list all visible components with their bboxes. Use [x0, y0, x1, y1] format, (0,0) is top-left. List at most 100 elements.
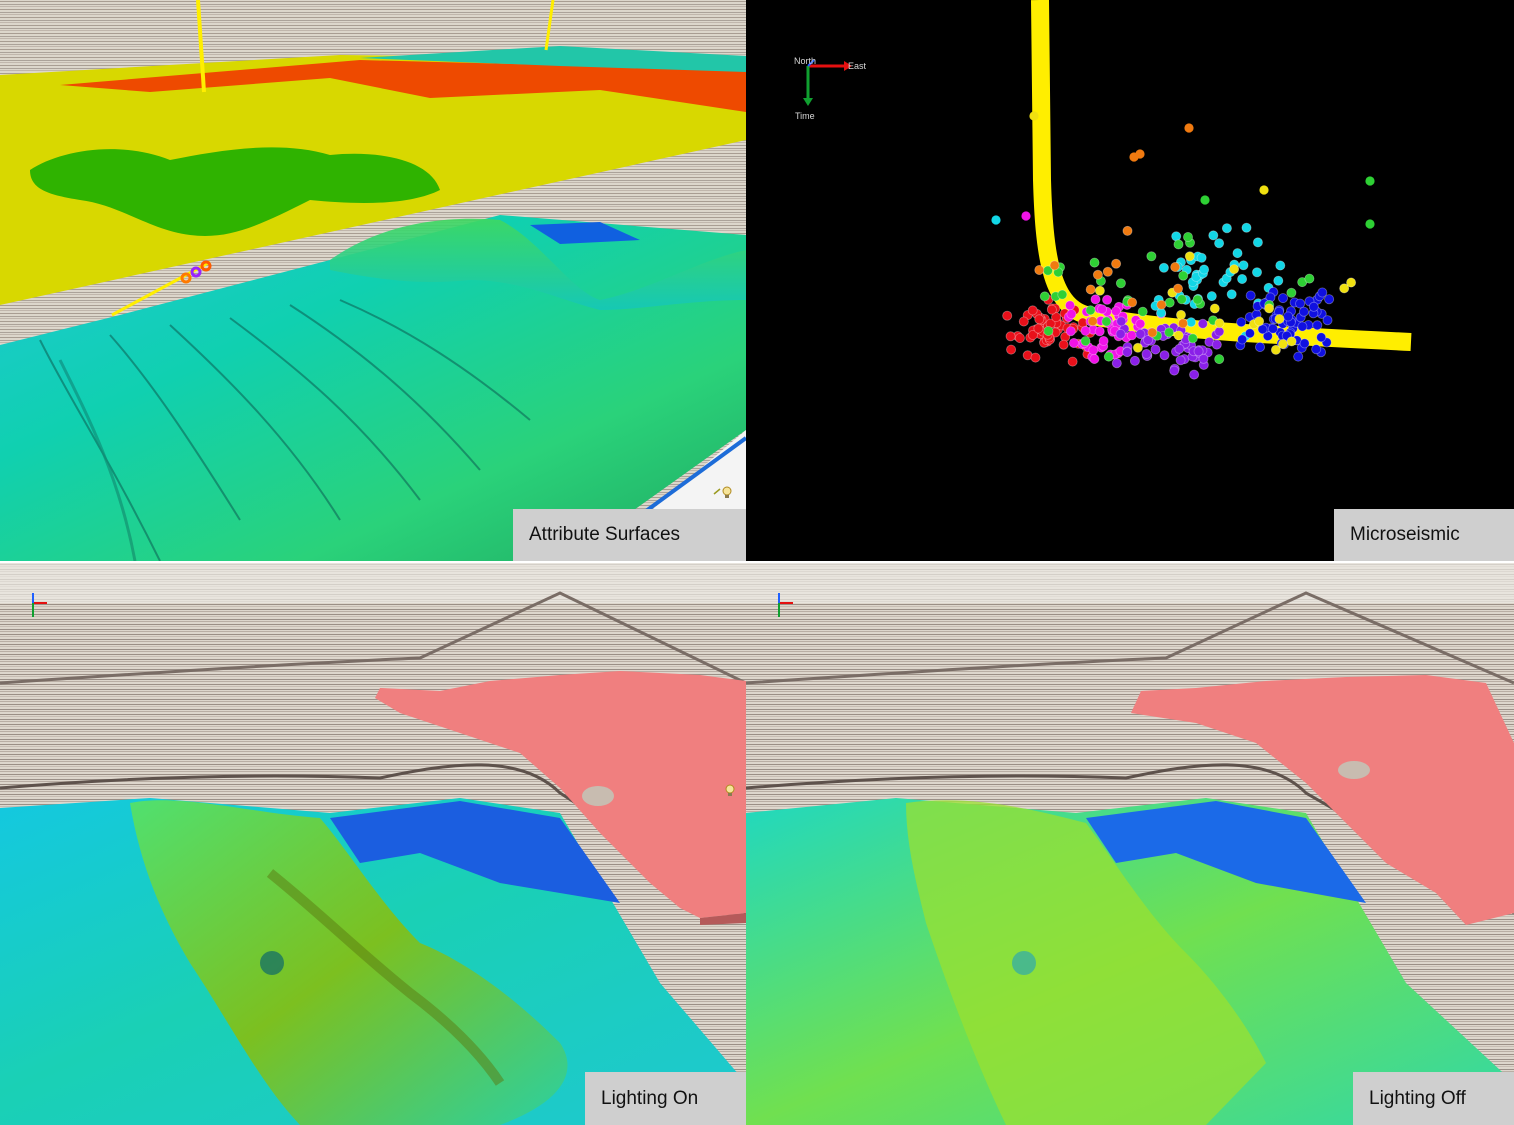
event-point: [1182, 231, 1193, 242]
event-point: [1264, 303, 1275, 314]
event-point: [1126, 330, 1137, 341]
event-point: [1085, 305, 1096, 316]
event-point: [1297, 321, 1308, 332]
event-point: [1229, 264, 1240, 275]
event-point: [991, 215, 1001, 225]
event-point: [1156, 299, 1167, 310]
event-point: [1199, 264, 1210, 275]
event-point: [1226, 289, 1237, 300]
event-point: [1173, 330, 1184, 341]
event-point: [1221, 223, 1232, 234]
event-point: [1102, 266, 1113, 277]
event-point: [1175, 309, 1186, 320]
event-point: [1293, 351, 1304, 362]
event-point: [1005, 331, 1016, 342]
event-point: [1146, 251, 1157, 262]
event-point: [1087, 316, 1098, 327]
event-point: [1286, 336, 1297, 347]
event-point: [1135, 328, 1146, 339]
event-point: [1346, 277, 1357, 288]
event-point: [1127, 297, 1138, 308]
event-point: [1122, 347, 1133, 358]
event-point: [1237, 273, 1248, 284]
event-point: [1176, 294, 1187, 305]
event-point: [1067, 356, 1078, 367]
microseismic-scene[interactable]: North East Time: [746, 0, 1514, 561]
event-point: [1085, 284, 1096, 295]
event-point: [1092, 269, 1103, 280]
event-point: [1254, 316, 1265, 327]
panel-caption: Microseismic: [1334, 509, 1514, 561]
event-point: [1178, 270, 1189, 281]
event-point: [1275, 260, 1286, 271]
event-point: [1122, 225, 1133, 236]
event-point: [1211, 339, 1222, 350]
attribute-scene[interactable]: [0, 0, 746, 561]
event-point: [1245, 290, 1256, 301]
event-point: [1283, 311, 1294, 322]
event-point: [1273, 275, 1284, 286]
event-point: [1214, 326, 1225, 337]
event-point: [1089, 353, 1100, 364]
event-point: [1177, 318, 1188, 329]
event-point: [1098, 335, 1109, 346]
event-point: [1158, 262, 1169, 273]
event-point: [1115, 278, 1126, 289]
event-point: [1298, 306, 1309, 317]
event-point: [1322, 315, 1333, 326]
event-point: [1193, 346, 1204, 357]
event-point: [1200, 195, 1210, 205]
event-point: [1090, 294, 1101, 305]
lighting-on-scene[interactable]: [0, 563, 746, 1125]
event-point: [1286, 287, 1297, 298]
event-point: [1089, 257, 1100, 268]
event-point: [1068, 337, 1079, 348]
event-point: [1175, 355, 1186, 366]
event-point: [1169, 365, 1180, 376]
panel-lighting-off[interactable]: Lighting Off: [746, 563, 1514, 1125]
event-point: [1365, 176, 1375, 186]
event-point: [1241, 222, 1252, 233]
panel-caption: Lighting On: [585, 1072, 746, 1125]
event-point: [1065, 326, 1076, 337]
event-point: [1214, 318, 1225, 329]
event-point: [1304, 273, 1315, 284]
event-point: [1102, 294, 1113, 305]
event-point: [1189, 369, 1200, 380]
event-point: [1365, 219, 1375, 229]
event-point: [1101, 316, 1112, 327]
panel-caption: Attribute Surfaces: [513, 509, 746, 561]
event-point: [1172, 283, 1183, 294]
event-point: [1002, 310, 1013, 321]
event-point: [1111, 258, 1122, 269]
panel-attribute-surfaces[interactable]: Attribute Surfaces: [0, 0, 746, 561]
event-point: [1039, 291, 1050, 302]
event-point: [1277, 338, 1288, 349]
event-point: [1088, 345, 1099, 356]
event-point: [1184, 251, 1195, 262]
event-point: [1094, 285, 1105, 296]
event-point: [1311, 344, 1322, 355]
event-point: [1170, 261, 1181, 272]
event-point: [1030, 352, 1041, 363]
event-point: [1316, 332, 1327, 343]
event-point: [1034, 264, 1045, 275]
lighting-off-scene[interactable]: [746, 563, 1514, 1125]
event-point: [1254, 341, 1265, 352]
panel-lighting-on[interactable]: Lighting On: [0, 563, 746, 1125]
panel-microseismic[interactable]: North East Time Microseismic: [746, 0, 1514, 561]
event-point: [1064, 300, 1075, 311]
event-point: [1135, 149, 1145, 159]
axis-label-time: Time: [795, 111, 815, 121]
event-point: [1115, 328, 1126, 339]
event-point: [1137, 306, 1148, 317]
event-point: [1299, 338, 1310, 349]
event-point: [1173, 239, 1184, 250]
event-point: [1197, 318, 1208, 329]
event-point: [1236, 317, 1247, 328]
event-point: [1103, 351, 1114, 362]
event-point: [1209, 303, 1220, 314]
event-point: [1274, 313, 1285, 324]
event-point: [1278, 293, 1289, 304]
micro-background: [746, 0, 1514, 561]
